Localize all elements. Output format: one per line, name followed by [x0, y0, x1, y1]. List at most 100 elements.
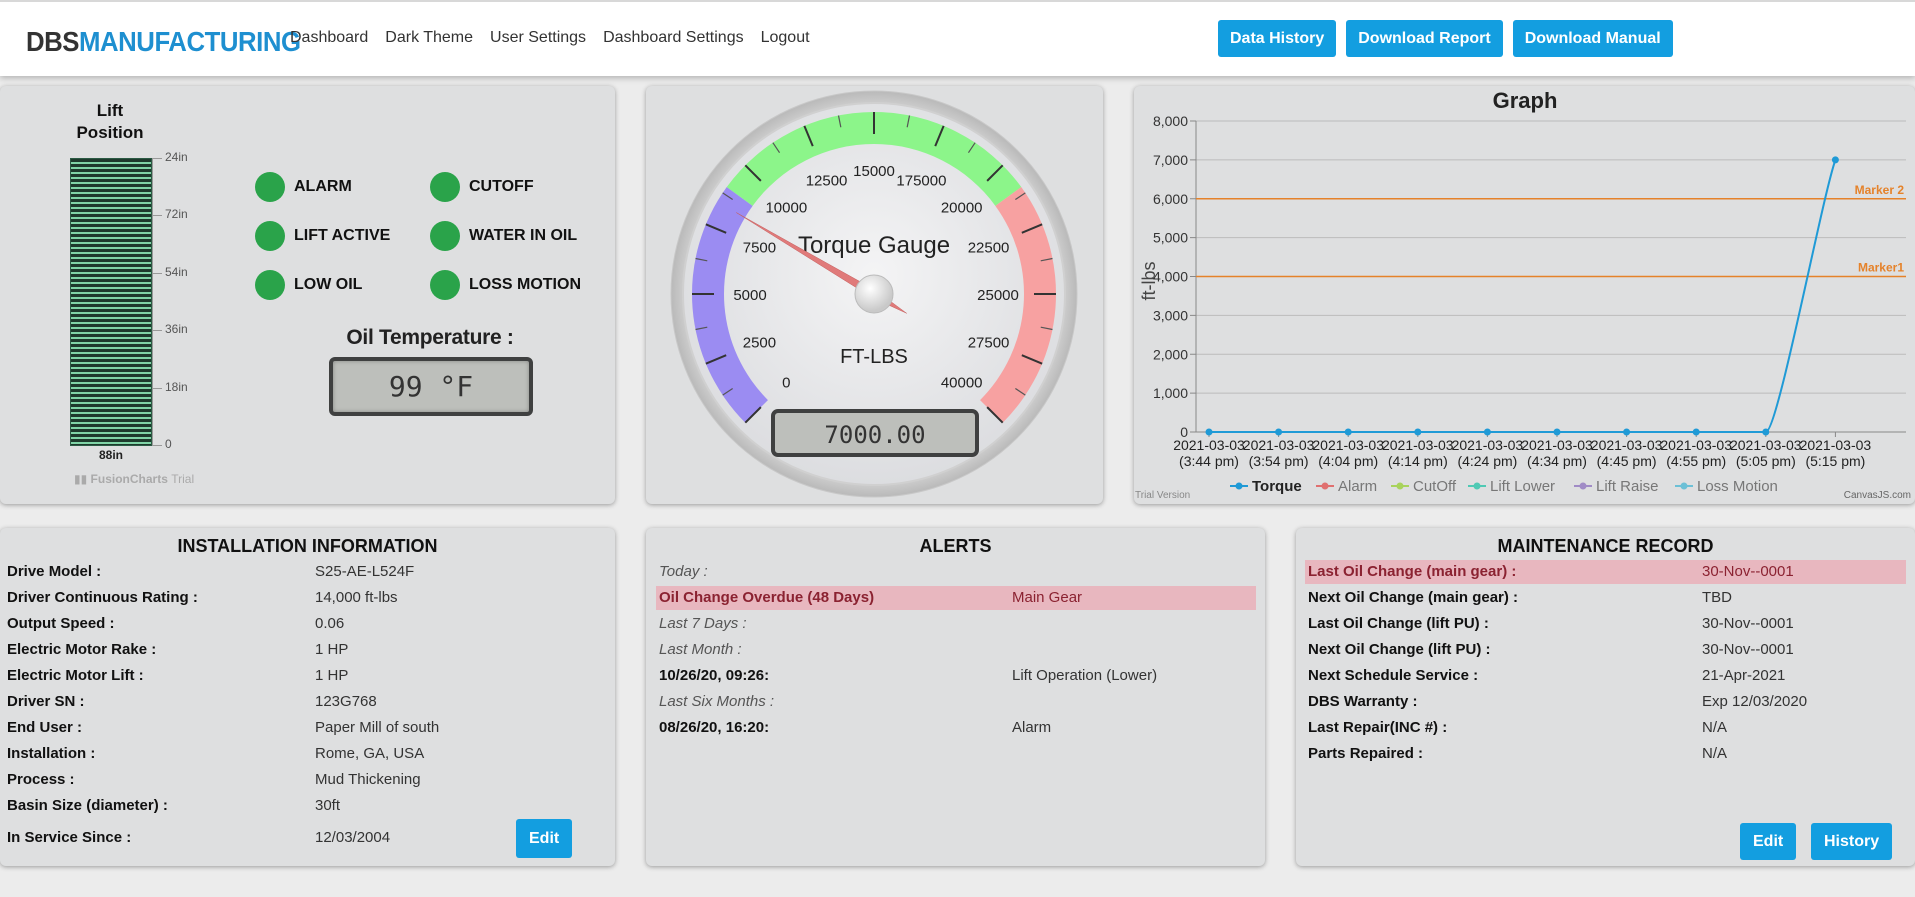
- download-manual-button[interactable]: Download Manual: [1512, 20, 1673, 57]
- graph-x-tick-date: 2021-03-03: [1591, 437, 1663, 453]
- graph-x-tick-time: (3:44 pm): [1179, 453, 1239, 469]
- maintenance-row-value: 30-Nov--0001: [1702, 615, 1794, 632]
- indicator-lift-active: LIFT ACTIVE: [255, 221, 390, 251]
- maintenance-edit-button[interactable]: Edit: [1740, 823, 1797, 860]
- lift-status-panel: Lift Position 24in 72in 54in 36in 18in 0…: [0, 86, 615, 504]
- graph-x-tick-time: (4:34 pm): [1527, 453, 1587, 469]
- install-row-label: Driver SN :: [7, 693, 85, 710]
- graph-x-tick-date: 2021-03-03: [1312, 437, 1384, 453]
- graph-point-torque: [1275, 428, 1283, 436]
- gauge-scale-label: 0: [782, 375, 790, 392]
- nav-dark-theme[interactable]: Dark Theme: [385, 29, 473, 47]
- maintenance-row-value: N/A: [1702, 745, 1728, 762]
- install-row: Process : Mud Thickening: [7, 768, 607, 792]
- graph-legend-item[interactable]: Lift Raise: [1596, 478, 1659, 495]
- status-light-icon: [255, 172, 285, 202]
- gauge-scale-label: 10000: [765, 199, 807, 216]
- install-row-label: Output Speed :: [7, 615, 115, 632]
- lift-axis: [152, 158, 153, 446]
- maintenance-title: MAINTENANCE RECORD: [1497, 536, 1714, 556]
- graph-legend-marker: [1396, 482, 1404, 490]
- gauge-readout: 7000.00: [824, 421, 925, 449]
- install-row-label: Driver Continuous Rating :: [7, 589, 198, 606]
- nav-user-settings[interactable]: User Settings: [490, 29, 586, 47]
- gauge-scale-label: 5000: [733, 287, 766, 304]
- fusioncharts-trial: ▮▮ FusionCharts Trial: [74, 472, 195, 486]
- alert-row-label: Last 7 Days :: [659, 615, 747, 632]
- graph-point-torque: [1414, 428, 1422, 436]
- graph-legend-marker: [1579, 482, 1587, 490]
- graph-point-torque: [1831, 156, 1839, 164]
- installation-title: INSTALLATION INFORMATION: [177, 536, 438, 556]
- graph-x-tick-date: 2021-03-03: [1521, 437, 1593, 453]
- graph-x-tick-time: (3:54 pm): [1249, 453, 1309, 469]
- graph-point-torque: [1762, 428, 1770, 436]
- install-row-value: Paper Mill of south: [315, 719, 440, 736]
- install-row-value: 12/03/2004: [315, 829, 391, 846]
- gauge-scale-label: 175000: [896, 172, 946, 189]
- graph-x-tick-time: (4:24 pm): [1457, 453, 1517, 469]
- alert-row-label: Last Month :: [659, 641, 742, 658]
- alert-row-label: Oil Change Overdue (48 Days): [659, 589, 875, 606]
- status-light-icon: [430, 270, 460, 300]
- lift-tick-label: 0: [165, 437, 172, 451]
- maintenance-record-panel: MAINTENANCE RECORD Last Oil Change (main…: [1296, 528, 1915, 866]
- graph-x-tick-date: 2021-03-03: [1800, 437, 1872, 453]
- maintenance-row-value: 30-Nov--0001: [1702, 563, 1794, 580]
- maintenance-history-button[interactable]: History: [1811, 823, 1893, 860]
- lift-tick: [152, 330, 162, 331]
- maintenance-row-label: DBS Warranty :: [1308, 693, 1418, 710]
- status-light-icon: [255, 221, 285, 251]
- canvasjs-credit[interactable]: CanvasJS.com: [1844, 490, 1911, 501]
- maintenance-row-value: 30-Nov--0001: [1702, 641, 1794, 658]
- maintenance-row: Parts Repaired : N/A: [1305, 742, 1906, 766]
- install-row-value: Mud Thickening: [315, 771, 421, 788]
- install-row-value: 1 HP: [315, 667, 349, 684]
- graph-x-tick-time: (4:55 pm): [1666, 453, 1726, 469]
- install-row-label: In Service Since :: [7, 829, 132, 846]
- maintenance-row: Last Oil Change (lift PU) : 30-Nov--0001: [1305, 612, 1906, 636]
- graph-x-tick-date: 2021-03-03: [1452, 437, 1524, 453]
- indicator-alarm: ALARM: [255, 172, 352, 202]
- alerts-panel: ALERTS Today : Oil Change Overdue (48 Day…: [646, 528, 1265, 866]
- maintenance-row-label: Next Oil Change (lift PU) :: [1308, 641, 1491, 658]
- oil-temperature-display: 99 °F: [329, 357, 533, 416]
- data-history-button[interactable]: Data History: [1218, 20, 1337, 57]
- gauge-scale-label: 27500: [968, 334, 1010, 351]
- maintenance-row-label: Next Schedule Service :: [1308, 667, 1479, 684]
- graph-x-tick-time: (4:14 pm): [1388, 453, 1448, 469]
- dbs-logo[interactable]: DBSMANUFACTURING: [26, 26, 301, 58]
- gauge-scale-label: 2500: [743, 334, 776, 351]
- maintenance-row: Next Oil Change (lift PU) : 30-Nov--0001: [1305, 638, 1906, 662]
- install-row-label: Basin Size (diameter) :: [7, 797, 168, 814]
- graph-series-torque-line: [1209, 159, 1837, 433]
- graph-x-tick-date: 2021-03-03: [1660, 437, 1732, 453]
- graph-legend-item[interactable]: Torque: [1252, 478, 1302, 495]
- lift-tick-label: 36in: [165, 322, 188, 336]
- installation-info-panel: INSTALLATION INFORMATION Drive Model : S2…: [0, 528, 615, 866]
- graph-y-tick-label: 1,000: [1153, 385, 1188, 401]
- graph-y-tick-label: 3,000: [1153, 307, 1188, 323]
- nav-logout[interactable]: Logout: [761, 29, 810, 47]
- graph-x-tick-date: 2021-03-03: [1173, 437, 1245, 453]
- alert-row-value: Alarm: [1012, 719, 1052, 736]
- indicator-low-oil: LOW OIL: [255, 270, 362, 300]
- graph-point-torque: [1692, 428, 1700, 436]
- installation-edit-button[interactable]: Edit: [516, 819, 573, 858]
- maintenance-row-value: TBD: [1702, 589, 1732, 606]
- graph-legend-item[interactable]: Lift Lower: [1490, 478, 1555, 495]
- graph-x-tick-date: 2021-03-03: [1243, 437, 1315, 453]
- nav-dashboard[interactable]: Dashboard: [290, 29, 368, 47]
- download-report-button[interactable]: Download Report: [1346, 20, 1503, 57]
- graph-y-tick-label: 5,000: [1153, 230, 1188, 246]
- graph-legend-item[interactable]: CutOff: [1413, 478, 1457, 495]
- gauge-title: Torque Gauge: [798, 232, 950, 259]
- alert-row-value: Main Gear: [1012, 589, 1083, 606]
- lift-tick: [152, 158, 162, 159]
- lift-current-value: 88in: [98, 448, 123, 462]
- graph-legend-item[interactable]: Alarm: [1338, 478, 1377, 495]
- alert-row: 08/26/20, 16:20: Alarm: [656, 716, 1256, 740]
- maintenance-row: Last Oil Change (main gear) : 30-Nov--000…: [1305, 560, 1906, 584]
- nav-dashboard-settings[interactable]: Dashboard Settings: [603, 29, 744, 47]
- graph-legend-item[interactable]: Loss Motion: [1697, 478, 1778, 495]
